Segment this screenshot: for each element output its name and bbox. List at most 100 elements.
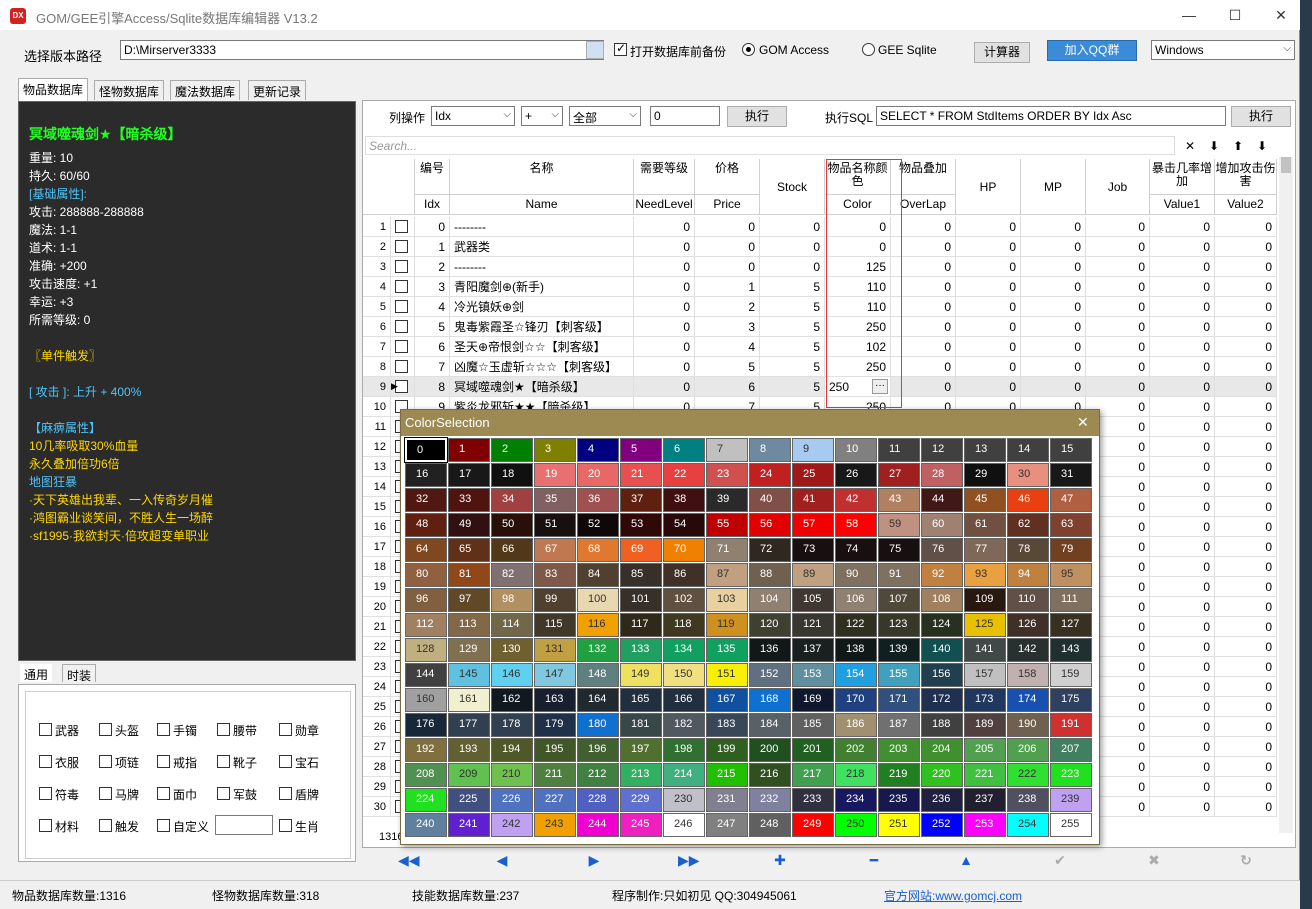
color-swatch[interactable]: 86 — [663, 563, 705, 587]
color-swatch[interactable]: 202 — [835, 738, 877, 762]
color-swatch[interactable]: 18 — [491, 463, 533, 487]
grid-cell[interactable]: 0 — [1150, 517, 1215, 537]
grid-cell[interactable]: 鬼毒紫霞圣☆锋刃【刺客级】 — [450, 317, 634, 337]
grid-cell[interactable]: 0 — [1021, 237, 1086, 257]
color-swatch[interactable]: 40 — [749, 488, 791, 512]
color-swatch[interactable]: 182 — [663, 713, 705, 737]
grid-cell[interactable]: 0 — [1150, 457, 1215, 477]
color-swatch[interactable]: 39 — [706, 488, 748, 512]
search-input[interactable]: Search... — [365, 136, 1175, 155]
category-checkbox[interactable] — [157, 723, 170, 736]
color-swatch[interactable]: 135 — [706, 638, 748, 662]
color-swatch[interactable]: 217 — [792, 763, 834, 787]
color-swatch[interactable]: 200 — [749, 738, 791, 762]
color-swatch[interactable]: 71 — [706, 538, 748, 562]
color-swatch[interactable]: 145 — [448, 663, 490, 687]
color-swatch[interactable]: 171 — [878, 688, 920, 712]
grid-header-en[interactable]: Value1 — [1150, 195, 1215, 215]
color-swatch[interactable]: 108 — [921, 588, 963, 612]
row-select-cell[interactable] — [391, 317, 415, 337]
color-swatch[interactable]: 106 — [835, 588, 877, 612]
grid-cell[interactable]: 0 — [1150, 257, 1215, 277]
color-swatch[interactable]: 146 — [491, 663, 533, 687]
grid-cell[interactable]: 0 — [1150, 537, 1215, 557]
color-swatch[interactable]: 105 — [792, 588, 834, 612]
color-swatch[interactable]: 17 — [448, 463, 490, 487]
grid-cell[interactable]: 0 — [1150, 357, 1215, 377]
color-swatch[interactable]: 175 — [1050, 688, 1092, 712]
color-swatch[interactable]: 72 — [749, 538, 791, 562]
color-swatch[interactable]: 246 — [663, 813, 705, 837]
color-swatch[interactable]: 226 — [491, 788, 533, 812]
category-checkbox[interactable] — [99, 755, 112, 768]
scope-select[interactable]: 全部 ⌵ — [569, 106, 641, 126]
grid-header-cn[interactable]: 增加攻击伤害 — [1215, 159, 1277, 195]
grid-cell[interactable]: 0 — [1215, 777, 1277, 797]
color-swatch[interactable]: 97 — [448, 588, 490, 612]
color-swatch[interactable]: 139 — [878, 638, 920, 662]
color-swatch[interactable]: 180 — [577, 713, 619, 737]
category-checkbox[interactable] — [39, 723, 52, 736]
nav-button-6[interactable]: ▲ — [956, 852, 976, 868]
color-dialog-titlebar[interactable]: ColorSelection ✕ — [401, 410, 1099, 436]
grid-cell[interactable]: 0 — [1021, 277, 1086, 297]
table-row[interactable]: 5 4 冷光镇妖⊕剑 0 2 5 110 0 0 0 0 0 0 — [363, 297, 1277, 317]
color-swatch[interactable]: 61 — [964, 513, 1006, 537]
grid-cell[interactable]: 0 — [1021, 297, 1086, 317]
grid-cell[interactable]: 0 — [1021, 257, 1086, 277]
grid-cell[interactable]: 0 — [1150, 657, 1215, 677]
color-swatch[interactable]: 136 — [749, 638, 791, 662]
grid-cell[interactable]: 0 — [1215, 717, 1277, 737]
grid-cell[interactable]: 0 — [1150, 677, 1215, 697]
grid-cell[interactable]: 0 — [1215, 317, 1277, 337]
color-swatch[interactable]: 1 — [448, 438, 490, 462]
grid-cell[interactable]: 0 — [956, 337, 1021, 357]
nav-button-5[interactable]: ━ — [864, 852, 884, 868]
color-swatch[interactable]: 100 — [577, 588, 619, 612]
color-swatch[interactable]: 9 — [792, 438, 834, 462]
color-swatch[interactable]: 99 — [534, 588, 576, 612]
grid-cell[interactable]: 0 — [1150, 797, 1215, 817]
color-swatch[interactable]: 220 — [921, 763, 963, 787]
grid-cell[interactable]: -------- — [450, 257, 634, 277]
grid-cell[interactable]: 武器类 — [450, 237, 634, 257]
color-swatch[interactable]: 233 — [792, 788, 834, 812]
grid-cell[interactable]: 0 — [1215, 397, 1277, 417]
grid-cell[interactable]: 0 — [1150, 437, 1215, 457]
grid-cell[interactable]: 0 — [1215, 257, 1277, 277]
color-swatch[interactable]: 109 — [964, 588, 1006, 612]
nav-button-3[interactable]: ▶▶ — [678, 852, 700, 868]
color-swatch[interactable]: 83 — [534, 563, 576, 587]
grid-cell[interactable]: 7 — [415, 357, 450, 377]
theme-select[interactable]: Windows ⌵ — [1151, 40, 1295, 60]
grid-cell[interactable]: 1 — [695, 277, 760, 297]
color-swatch[interactable]: 7 — [706, 438, 748, 462]
grid-cell[interactable]: 0 — [1215, 737, 1277, 757]
color-swatch[interactable]: 142 — [1007, 638, 1049, 662]
color-swatch[interactable]: 252 — [921, 813, 963, 837]
color-swatch[interactable]: 58 — [835, 513, 877, 537]
grid-header-cell[interactable]: MP — [1021, 159, 1086, 215]
color-swatch[interactable]: 53 — [620, 513, 662, 537]
table-row[interactable]: 7 6 圣天⊕帝恨剑☆☆【刺客级】 0 4 5 102 0 0 0 0 0 0 — [363, 337, 1277, 357]
color-swatch[interactable]: 219 — [878, 763, 920, 787]
color-swatch[interactable]: 134 — [663, 638, 705, 662]
color-swatch[interactable]: 170 — [835, 688, 877, 712]
grid-cell[interactable]: 0 — [1086, 257, 1150, 277]
color-swatch[interactable]: 176 — [405, 713, 447, 737]
nav-button-9[interactable]: ↻ — [1236, 852, 1256, 868]
grid-cell[interactable]: 0 — [1150, 237, 1215, 257]
color-swatch[interactable]: 33 — [448, 488, 490, 512]
color-swatch[interactable]: 35 — [534, 488, 576, 512]
grid-cell[interactable]: 0 — [634, 317, 695, 337]
color-swatch[interactable]: 66 — [491, 538, 533, 562]
color-swatch[interactable]: 181 — [620, 713, 662, 737]
color-swatch[interactable]: 62 — [1007, 513, 1049, 537]
color-swatch[interactable]: 26 — [835, 463, 877, 487]
color-swatch[interactable]: 190 — [1007, 713, 1049, 737]
color-swatch[interactable]: 206 — [1007, 738, 1049, 762]
category-checkbox[interactable] — [279, 819, 292, 832]
grid-cell[interactable]: 0 — [1215, 537, 1277, 557]
grid-cell[interactable]: 0 — [1150, 637, 1215, 657]
grid-cell[interactable]: 4 — [415, 297, 450, 317]
